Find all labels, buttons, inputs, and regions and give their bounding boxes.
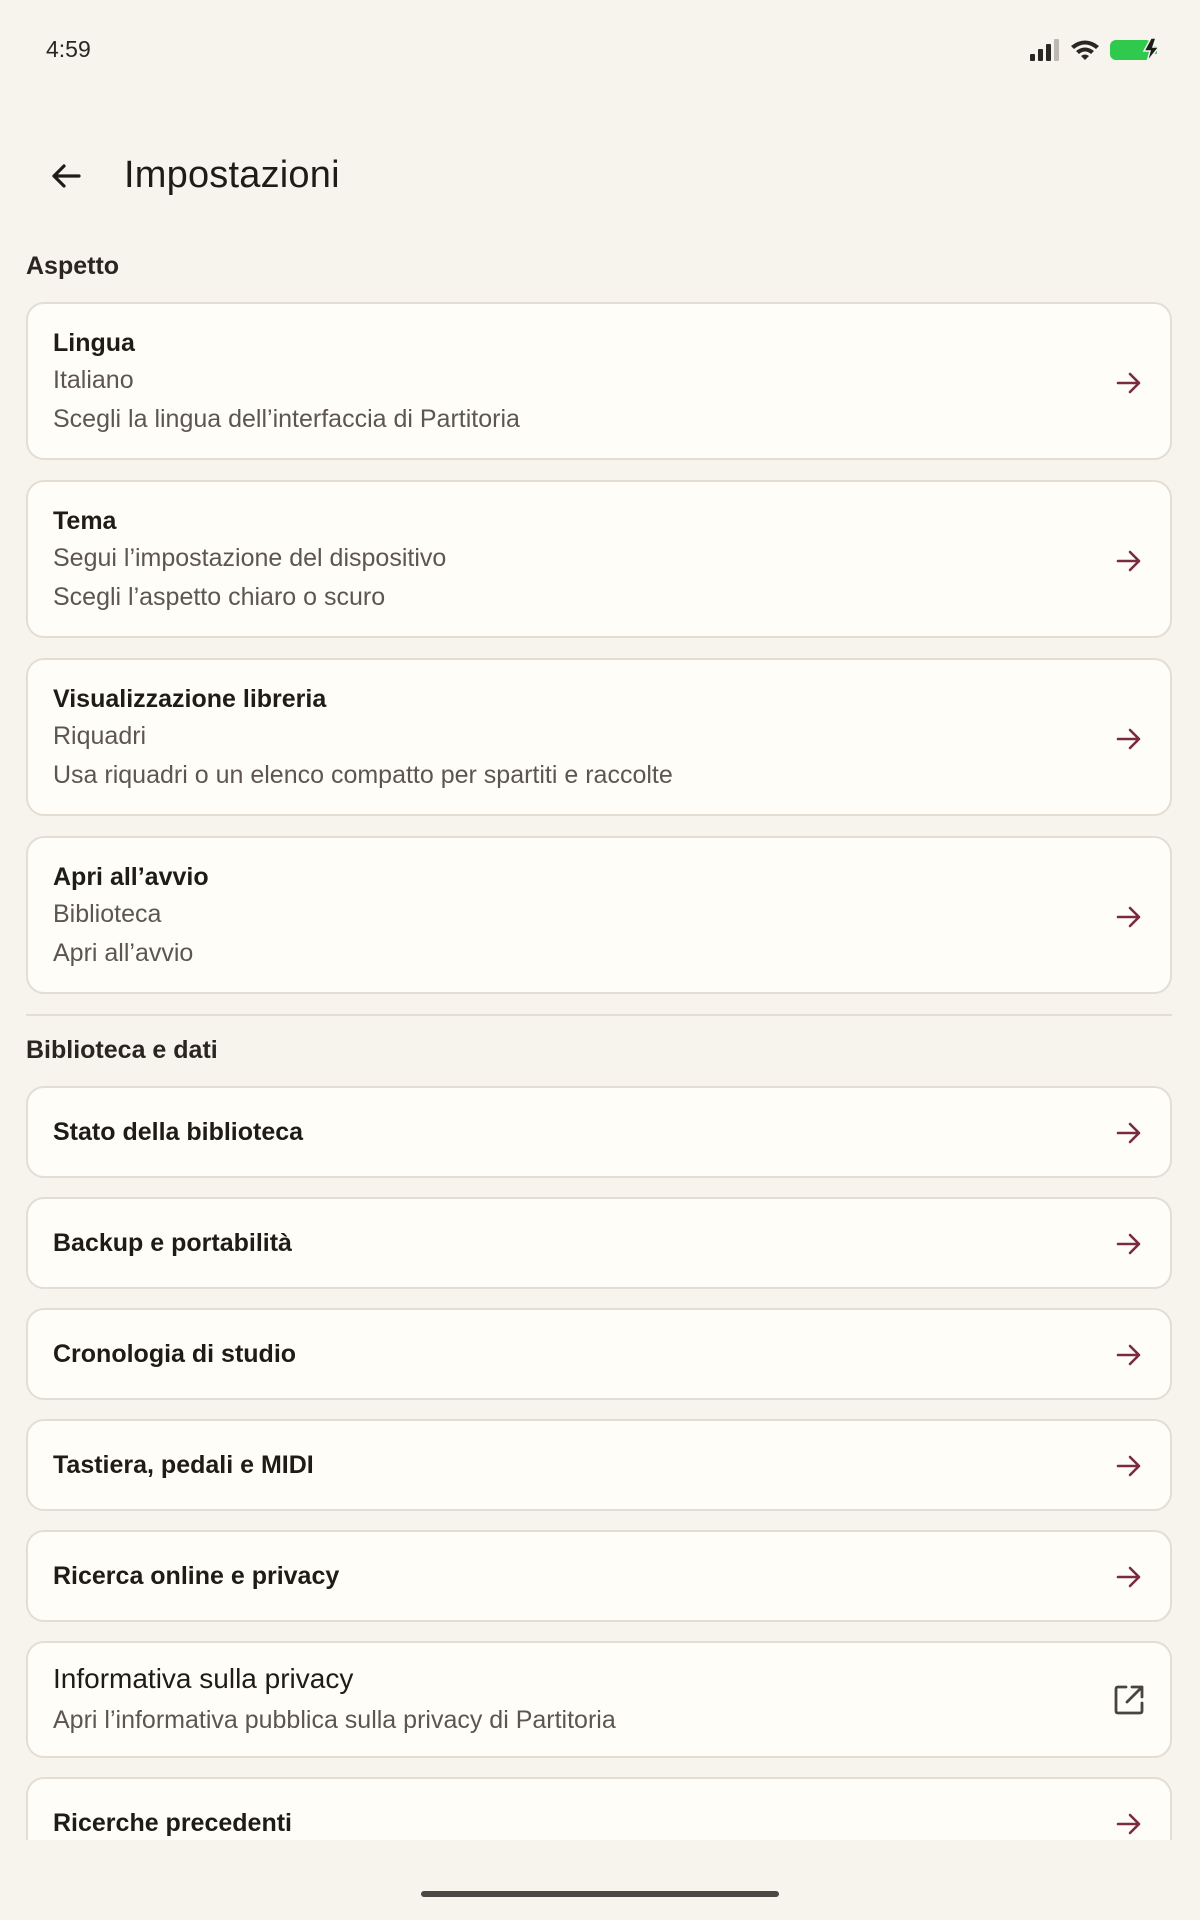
setting-library-status[interactable]: Stato della biblioteca	[26, 1086, 1172, 1178]
setting-description: Scegli la lingua dell’interfaccia di Par…	[53, 405, 520, 433]
setting-title: Tema	[53, 507, 117, 535]
setting-title: Backup e portabilità	[53, 1229, 292, 1257]
arrow-right-icon	[1116, 1566, 1141, 1588]
setting-title: Lingua	[53, 329, 135, 357]
setting-online-search[interactable]: Ricerca online e privacy	[26, 1530, 1172, 1622]
settings-list[interactable]: Aspetto Lingua Italiano Scegli la lingua…	[0, 220, 1200, 1840]
setting-language[interactable]: Lingua Italiano Scegli la lingua dell’in…	[26, 302, 1172, 460]
wifi-icon	[1070, 39, 1100, 66]
arrow-right-icon	[1116, 906, 1141, 928]
arrow-right-icon	[1116, 1344, 1141, 1366]
arrow-right-icon	[1116, 1122, 1141, 1144]
setting-value: Riquadri	[53, 722, 147, 750]
setting-title: Ricerca online e privacy	[53, 1562, 340, 1590]
setting-theme[interactable]: Tema Segui l’impostazione del dispositiv…	[26, 480, 1172, 638]
setting-description: Apri all’avvio	[53, 939, 194, 967]
setting-title: Ricerche precedenti	[53, 1809, 292, 1837]
setting-study-history[interactable]: Cronologia di studio	[26, 1308, 1172, 1400]
section-divider	[26, 1014, 1172, 1016]
arrow-left-icon	[49, 159, 83, 198]
section-header-appearance: Aspetto	[26, 252, 120, 280]
setting-description: Scegli l’aspetto chiaro o scuro	[53, 583, 386, 611]
setting-title: Informativa sulla privacy	[53, 1663, 354, 1694]
setting-previous-searches[interactable]: Ricerche precedenti	[26, 1777, 1172, 1840]
setting-value: Segui l’impostazione del dispositivo	[53, 544, 447, 572]
page-title: Impostazioni	[124, 154, 340, 196]
status-icons	[1030, 37, 1162, 67]
setting-library-view[interactable]: Visualizzazione libreria Riquadri Usa ri…	[26, 658, 1172, 816]
setting-description: Usa riquadri o un elenco compatto per sp…	[53, 761, 673, 789]
setting-description: Apri l’informativa pubblica sulla privac…	[53, 1706, 616, 1734]
battery-charging-icon	[1110, 37, 1162, 67]
status-bar: 4:59	[0, 0, 1200, 100]
setting-title: Visualizzazione libreria	[53, 685, 327, 713]
arrow-right-icon	[1116, 1455, 1141, 1477]
setting-open-on-start[interactable]: Apri all’avvio Biblioteca Apri all’avvio	[26, 836, 1172, 994]
arrow-right-icon	[1116, 1233, 1141, 1255]
home-indicator[interactable]	[421, 1891, 779, 1897]
setting-title: Stato della biblioteca	[53, 1118, 304, 1146]
section-header-library: Biblioteca e dati	[26, 1036, 218, 1064]
setting-title: Cronologia di studio	[53, 1340, 297, 1368]
arrow-right-icon	[1116, 550, 1141, 572]
setting-backup[interactable]: Backup e portabilità	[26, 1197, 1172, 1289]
setting-value: Italiano	[53, 366, 134, 394]
navigation-bar	[0, 1840, 1200, 1920]
setting-keyboard-midi[interactable]: Tastiera, pedali e MIDI	[26, 1419, 1172, 1511]
setting-privacy-policy[interactable]: Informativa sulla privacy Apri l’informa…	[26, 1641, 1172, 1758]
arrow-right-icon	[1116, 1813, 1141, 1835]
signal-icon	[1030, 39, 1060, 66]
arrow-right-icon	[1116, 372, 1141, 394]
app-bar: Impostazioni	[0, 140, 1200, 220]
status-time: 4:59	[46, 36, 91, 62]
setting-title: Tastiera, pedali e MIDI	[53, 1451, 314, 1479]
setting-title: Apri all’avvio	[53, 863, 209, 891]
setting-value: Biblioteca	[53, 900, 162, 928]
arrow-right-icon	[1116, 728, 1141, 750]
back-button[interactable]	[36, 148, 96, 208]
external-link-icon	[1114, 1685, 1144, 1715]
